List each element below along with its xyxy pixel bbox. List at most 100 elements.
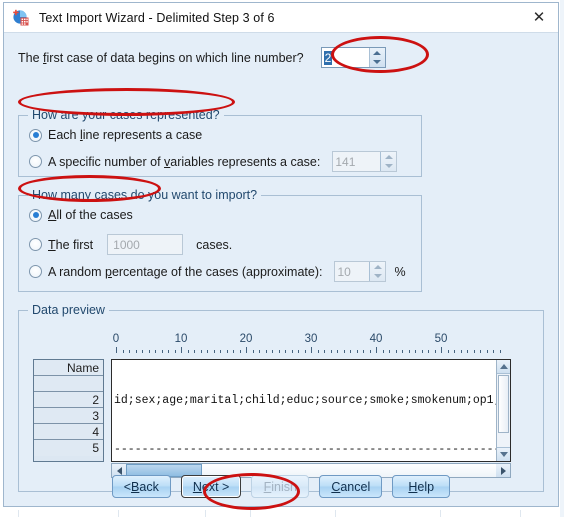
radio-indicator[interactable]	[29, 128, 42, 142]
the-first-suffix-label: cases.	[196, 237, 233, 252]
ruler-tick	[155, 350, 156, 353]
ruler-tick	[311, 347, 312, 353]
ruler-tick	[142, 350, 143, 353]
ruler-tick	[194, 350, 195, 353]
ruler-tick	[226, 350, 228, 353]
preview-vertical-scrollbar[interactable]	[496, 360, 510, 461]
radio-indicator[interactable]	[29, 208, 42, 222]
each-line-represents-a-case-label: Each line represents a case	[48, 128, 203, 142]
ruler-tick	[421, 350, 423, 353]
ruler-tick	[447, 350, 449, 353]
data-line: ----------------------------------------…	[114, 443, 496, 456]
percent-sign-label: %	[394, 264, 406, 279]
ruler-tick	[330, 350, 332, 353]
ruler-tick	[298, 350, 299, 353]
ruler-tick	[395, 350, 397, 353]
column-ruler: 0 10 20 30 40 50	[112, 333, 502, 357]
first-case-line-number-value[interactable]: 2	[321, 48, 369, 67]
ruler-tick	[337, 350, 338, 353]
ruler-tick	[207, 350, 208, 353]
ruler-tick	[363, 350, 364, 353]
ruler-tick	[324, 350, 325, 353]
ruler-tick	[148, 350, 150, 353]
window-title: Text Import Wizard - Delimited Step 3 of…	[39, 10, 275, 25]
ruler-tick	[213, 350, 215, 353]
radio-indicator[interactable]	[29, 238, 42, 251]
ruler-tick	[369, 350, 371, 353]
ruler-tick	[285, 350, 286, 353]
ruler-tick	[499, 350, 501, 353]
ruler-tick	[389, 350, 390, 353]
ruler-label: 50	[434, 333, 448, 345]
spss-app-icon	[12, 9, 30, 27]
ruler-label: 30	[304, 333, 318, 345]
cases-import-title: How many cases do you want to import?	[28, 188, 262, 202]
ruler-tick	[291, 350, 293, 353]
ruler-tick	[343, 350, 345, 353]
dialog-button-bar: < Back Next > Finish Cancel Help	[4, 475, 558, 498]
ruler-tick	[486, 350, 488, 353]
data-preview-lines: id;sex;age;marital;child;educ;source;smo…	[114, 361, 496, 461]
ruler-tick	[376, 347, 377, 353]
vertical-scroll-thumb[interactable]	[498, 375, 509, 433]
cases-represented-title: How are your cases represented?	[28, 108, 224, 122]
help-button[interactable]: Help	[392, 475, 451, 498]
ruler-tick	[415, 350, 416, 353]
ruler-label: 40	[369, 333, 383, 345]
random-percentage-spinner[interactable]: 10	[334, 261, 387, 282]
scroll-up-icon[interactable]	[497, 360, 510, 374]
ruler-label: 20	[239, 333, 253, 345]
ruler-ticks	[112, 347, 502, 355]
ruler-tick	[441, 347, 442, 353]
ruler-tick	[129, 350, 130, 353]
next-button[interactable]: Next >	[180, 475, 242, 498]
ruler-tick	[220, 350, 221, 353]
ruler-label: 10	[174, 333, 188, 345]
spinner-up-icon[interactable]	[370, 262, 385, 272]
ruler-tick	[181, 347, 182, 353]
ruler-tick	[460, 350, 462, 353]
ruler-tick	[174, 350, 176, 353]
all-of-the-cases-radio[interactable]: All of the cases	[29, 208, 133, 222]
ruler-tick	[252, 350, 254, 353]
ruler-tick	[428, 350, 429, 353]
ruler-tick	[122, 350, 124, 353]
spinner-down-icon[interactable]	[381, 162, 396, 172]
specific-number-of-variables-radio[interactable]: A specific number of variables represent…	[29, 151, 398, 172]
ruler-tick	[434, 350, 436, 353]
ruler-tick	[135, 350, 137, 353]
the-first-n-cases-radio[interactable]: The first 1000 cases.	[29, 234, 232, 255]
ruler-tick	[467, 350, 468, 353]
text-import-wizard-dialog: Text Import Wizard - Delimited Step 3 of…	[3, 2, 559, 507]
first-n-cases-input[interactable]: 1000	[107, 234, 184, 255]
random-percentage-value[interactable]: 10	[335, 262, 370, 281]
variables-per-case-spinner[interactable]: 141	[332, 151, 398, 172]
radio-indicator[interactable]	[29, 155, 42, 168]
cancel-button[interactable]: Cancel	[319, 475, 383, 498]
spinner-up-icon[interactable]	[381, 152, 396, 162]
spinner-down-icon[interactable]	[370, 272, 385, 282]
close-icon[interactable]: ✕	[530, 8, 548, 26]
ruler-label: 0	[112, 333, 120, 345]
spinner-buttons[interactable]	[369, 262, 386, 282]
variables-per-case-value[interactable]: 141	[333, 152, 381, 171]
spinner-buttons[interactable]	[368, 48, 385, 68]
first-case-line-number-spinner[interactable]: 2	[320, 47, 386, 68]
spinner-buttons[interactable]	[380, 152, 397, 172]
spinner-up-icon[interactable]	[370, 48, 385, 58]
ruler-tick	[116, 347, 117, 353]
all-of-the-cases-label: All of the cases	[48, 208, 133, 222]
ruler-tick	[317, 350, 319, 353]
data-preview-textpane[interactable]: id;sex;age;marital;child;educ;source;smo…	[111, 359, 511, 462]
row-number-column: Name 2 3 4 5	[33, 359, 104, 462]
radio-indicator[interactable]	[29, 265, 42, 278]
spinner-down-icon[interactable]	[370, 58, 385, 68]
ruler-tick	[480, 350, 481, 353]
scroll-down-icon[interactable]	[497, 447, 510, 461]
random-percentage-radio[interactable]: A random percentage of the cases (approx…	[29, 261, 406, 282]
cases-import-group: How many cases do you want to import? Al…	[18, 188, 422, 292]
ruler-tick	[493, 350, 494, 353]
ruler-tick	[278, 350, 280, 353]
each-line-represents-a-case-radio[interactable]: Each line represents a case	[29, 128, 202, 142]
back-button[interactable]: < Back	[111, 475, 171, 498]
